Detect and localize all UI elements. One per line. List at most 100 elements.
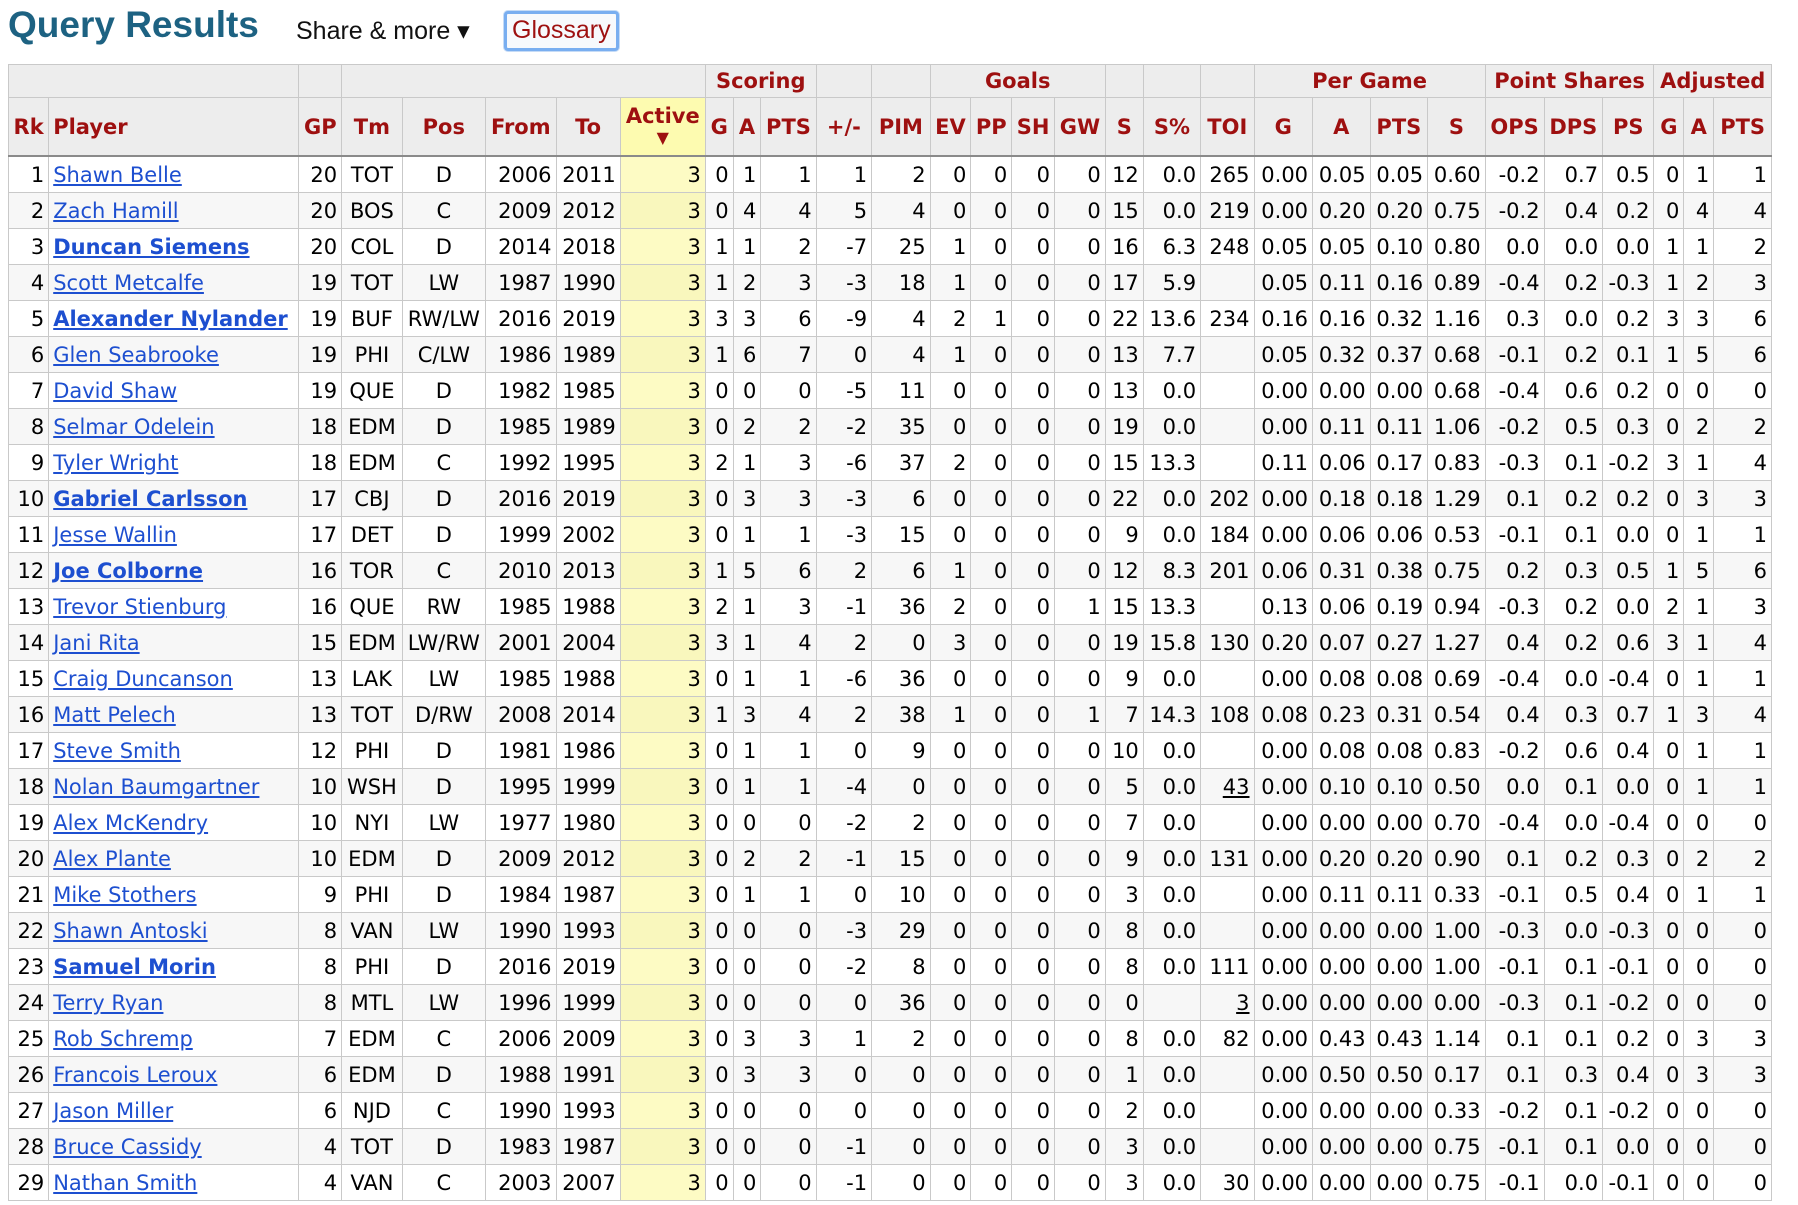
- player-link[interactable]: Scott Metcalfe: [53, 271, 204, 295]
- col-header-sh[interactable]: SH: [1011, 97, 1056, 157]
- col-header-g-adj[interactable]: G: [1653, 97, 1685, 157]
- col-header-gp[interactable]: GP: [298, 97, 343, 157]
- cell-ops: -0.4: [1484, 372, 1545, 409]
- col-header-from[interactable]: From: [485, 97, 557, 157]
- cell-g-adj: 0: [1653, 984, 1685, 1021]
- player-link[interactable]: Nolan Baumgartner: [53, 775, 259, 799]
- cell-a: 2: [732, 840, 762, 877]
- player-link[interactable]: Craig Duncanson: [53, 667, 233, 691]
- col-header-dps[interactable]: DPS: [1543, 97, 1604, 157]
- share-menu-button[interactable]: Share & more ▾: [296, 16, 470, 46]
- cell-tm: LAK: [341, 660, 403, 697]
- cell-ps: 0.5: [1602, 552, 1655, 589]
- col-header-to[interactable]: To: [555, 97, 621, 157]
- col-header-a-pg[interactable]: A: [1312, 97, 1371, 157]
- player-link[interactable]: Zach Hamill: [53, 199, 178, 223]
- cell-gp: 10: [298, 840, 343, 877]
- toi-link[interactable]: 43: [1223, 775, 1250, 799]
- player-link[interactable]: Samuel Morin: [53, 955, 216, 979]
- cell-pp: 0: [970, 660, 1013, 697]
- glossary-button[interactable]: Glossary: [504, 11, 619, 51]
- col-header-ps[interactable]: PS: [1602, 97, 1655, 157]
- player-link[interactable]: Matt Pelech: [53, 703, 176, 727]
- col-header-s[interactable]: S: [1104, 97, 1144, 157]
- cell-g-adj: 0: [1653, 480, 1685, 517]
- cell-ops: 0.2: [1484, 552, 1545, 589]
- cell-from: 1985: [485, 588, 557, 625]
- player-link[interactable]: Glen Seabrooke: [53, 343, 219, 367]
- cell-pts: 4: [760, 192, 817, 229]
- col-header-tm[interactable]: Tm: [341, 97, 403, 157]
- cell-rk: 20: [7, 840, 50, 877]
- cell-toi: 234: [1200, 300, 1255, 337]
- col-header-player[interactable]: Player: [48, 97, 300, 157]
- cell-player: Craig Duncanson: [48, 660, 300, 697]
- col-header-s-pct[interactable]: S%: [1142, 97, 1202, 157]
- col-header-pts-pg[interactable]: PTS: [1369, 97, 1429, 157]
- col-header-active[interactable]: Active ▼: [619, 97, 706, 157]
- col-header-g-pg[interactable]: G: [1253, 97, 1314, 157]
- cell-pp: 0: [970, 444, 1013, 481]
- toi-link[interactable]: 3: [1236, 991, 1249, 1015]
- cell-g-pg: 0.00: [1253, 768, 1314, 805]
- player-link[interactable]: Shawn Antoski: [53, 919, 207, 943]
- col-header-s-pg[interactable]: S: [1427, 97, 1486, 157]
- player-link[interactable]: Alex McKendry: [53, 811, 208, 835]
- page-header: Query Results Share & more ▾ Glossary: [0, 0, 1798, 62]
- cell-player: Shawn Antoski: [48, 912, 300, 949]
- player-link[interactable]: Rob Schremp: [53, 1027, 193, 1051]
- cell-toi: [1200, 264, 1255, 301]
- player-link[interactable]: Joe Colborne: [53, 559, 203, 583]
- cell-ps: -0.4: [1602, 804, 1655, 841]
- cell-pos: D: [401, 948, 487, 985]
- player-link[interactable]: Shawn Belle: [53, 163, 182, 187]
- table-row: 6 Glen Seabrooke 19 PHI C/LW 1986 1989 3 1 6 7 0 4 1 0…: [7, 336, 1772, 373]
- player-link[interactable]: David Shaw: [53, 379, 177, 403]
- col-header-toi[interactable]: TOI: [1200, 97, 1255, 157]
- player-link[interactable]: Tyler Wright: [53, 451, 178, 475]
- col-header-plus-minus[interactable]: +/-: [815, 97, 873, 157]
- cell-pts-pg: 0.10: [1369, 228, 1429, 265]
- cell-s: 8: [1104, 912, 1144, 949]
- col-header-a[interactable]: A: [732, 97, 762, 157]
- cell-s: 22: [1104, 300, 1144, 337]
- player-link[interactable]: Terry Ryan: [53, 991, 163, 1015]
- col-header-pts-adj[interactable]: PTS: [1713, 97, 1772, 157]
- col-header-pp[interactable]: PP: [970, 97, 1013, 157]
- cell-toi: 43: [1200, 768, 1255, 805]
- player-link[interactable]: Bruce Cassidy: [53, 1135, 202, 1159]
- col-header-rk[interactable]: Rk: [7, 97, 50, 157]
- player-link[interactable]: Jesse Wallin: [53, 523, 177, 547]
- player-link[interactable]: Steve Smith: [53, 739, 181, 763]
- col-header-pim[interactable]: PIM: [871, 97, 931, 157]
- player-link[interactable]: Alex Plante: [53, 847, 171, 871]
- col-header-a-adj[interactable]: A: [1683, 97, 1715, 157]
- player-link[interactable]: Nathan Smith: [53, 1171, 197, 1195]
- col-header-ev[interactable]: EV: [929, 97, 972, 157]
- cell-sh: 0: [1011, 1128, 1056, 1165]
- col-header-pos[interactable]: Pos: [401, 97, 487, 157]
- player-link[interactable]: Jani Rita: [53, 631, 139, 655]
- col-header-ops[interactable]: OPS: [1484, 97, 1545, 157]
- cell-a-pg: 0.05: [1312, 228, 1371, 265]
- cell-toi: [1200, 660, 1255, 697]
- col-header-g[interactable]: G: [704, 97, 734, 157]
- player-link[interactable]: Trevor Stienburg: [53, 595, 226, 619]
- player-link[interactable]: Alexander Nylander: [53, 307, 288, 331]
- player-link[interactable]: Gabriel Carlsson: [53, 487, 247, 511]
- player-link[interactable]: Selmar Odelein: [53, 415, 214, 439]
- cell-a-adj: 2: [1683, 264, 1715, 301]
- cell-pts: 7: [760, 336, 817, 373]
- player-link[interactable]: Duncan Siemens: [53, 235, 249, 259]
- table-row: 29 Nathan Smith 4 VAN C 2003 2007 3 0 0 0 -1 0 0 0 0 0 3 0…: [7, 1164, 1772, 1201]
- cell-pp: 0: [970, 588, 1013, 625]
- cell-s-pct: 0.0: [1142, 804, 1202, 841]
- col-header-gw[interactable]: GW: [1054, 97, 1106, 157]
- group-goals: Goals: [929, 64, 1106, 98]
- player-link[interactable]: Mike Stothers: [53, 883, 196, 907]
- table-row: 7 David Shaw 19 QUE D 1982 1985 3 0 0 0 -5 11 0 0 0 0 13 0…: [7, 372, 1772, 409]
- player-link[interactable]: Jason Miller: [53, 1099, 173, 1123]
- cell-tm: VAN: [341, 1164, 403, 1201]
- player-link[interactable]: Francois Leroux: [53, 1063, 217, 1087]
- col-header-pts[interactable]: PTS: [760, 97, 817, 157]
